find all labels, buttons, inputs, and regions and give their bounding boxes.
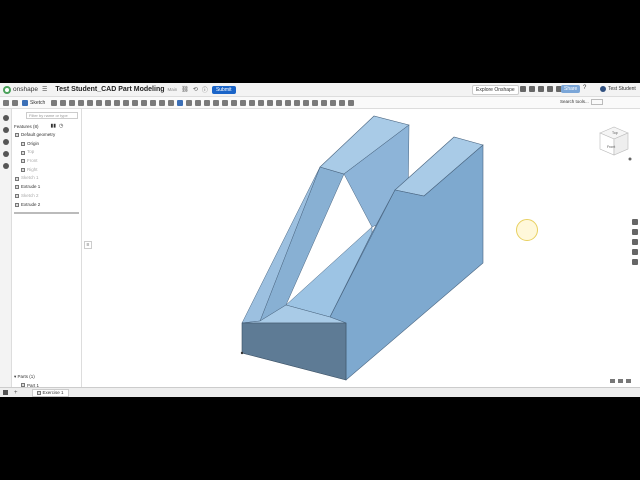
appearance-icon[interactable]	[632, 219, 638, 225]
chevron-down-icon	[15, 133, 19, 138]
feature-item-label: Sketch 2	[21, 192, 39, 198]
parts-header[interactable]: ▾ Parts (1)	[14, 374, 35, 380]
mass-properties-icon[interactable]	[632, 239, 638, 245]
feature-item-label: Extrude 1	[21, 184, 41, 190]
feature-item-label: Top	[27, 149, 35, 155]
view-cube-top-label: Top	[612, 131, 618, 135]
features-header-label: Features (8)	[14, 123, 39, 129]
clock-icon[interactable]: ◷	[59, 123, 63, 129]
bom-icon[interactable]	[632, 249, 638, 255]
feature-icon	[15, 176, 19, 181]
right-side-panel-icons	[632, 219, 640, 269]
feature-icon	[15, 194, 19, 199]
feature-item[interactable]: Sketch 1	[12, 174, 81, 183]
versions-icon[interactable]	[2, 139, 9, 145]
feature-icon	[15, 202, 19, 207]
feature-item-label: Sketch 1	[21, 175, 39, 181]
feature-list-icon[interactable]	[2, 115, 9, 121]
feature-item-label: Extrude 2	[21, 201, 41, 207]
feature-icon	[21, 150, 25, 155]
origin-point[interactable]	[240, 351, 244, 355]
model-front-face[interactable]	[241, 322, 347, 381]
comments-icon[interactable]	[2, 127, 9, 133]
feature-item[interactable]: Extrude 2	[12, 201, 81, 210]
tab-exercise-1[interactable]: Exercise 1	[31, 388, 69, 397]
feature-filter-input[interactable]: Filter by name or type	[26, 112, 78, 119]
layout-icon[interactable]	[626, 379, 631, 383]
feature-item[interactable]: Sketch 2	[12, 192, 81, 201]
feature-icon	[15, 185, 19, 190]
feature-icon	[21, 159, 25, 164]
feature-item[interactable]: Top	[12, 148, 81, 157]
feature-item-label: Right	[27, 166, 38, 172]
feature-list-panel: Filter by name or type Features (8) ▮▮ ◷…	[12, 109, 82, 388]
insert-icon[interactable]	[3, 390, 8, 395]
features-header[interactable]: Features (8) ▮▮ ◷	[14, 123, 81, 129]
parts-header-label: Parts (1)	[17, 374, 35, 379]
graphics-viewport[interactable]: Front Top	[0, 83, 640, 397]
feature-item[interactable]: Extrude 1	[12, 183, 81, 192]
feature-tree: Default geometry Origin Top Front Right Sketc…	[12, 131, 81, 209]
references-icon[interactable]	[2, 163, 9, 169]
view-cube[interactable]: Front Top	[594, 123, 634, 170]
feature-item-label: Front	[27, 158, 38, 164]
tasks-icon[interactable]	[2, 151, 9, 157]
tab-label: Exercise 1	[42, 390, 64, 395]
viewport-corner-icons	[610, 379, 631, 383]
left-rail	[0, 109, 12, 387]
properties-icon[interactable]	[632, 229, 638, 235]
feature-item[interactable]: Right	[12, 166, 81, 175]
feature-icon	[21, 168, 25, 173]
feature-item[interactable]: Default geometry	[12, 131, 81, 140]
bottom-tab-bar: + Exercise 1	[0, 387, 640, 397]
mouse-cursor-highlight	[516, 219, 538, 241]
feature-item-label: Origin	[27, 140, 40, 146]
variables-icon[interactable]	[632, 259, 638, 265]
part-model[interactable]	[0, 83, 640, 397]
feature-item[interactable]: Front	[12, 157, 81, 166]
rollback-icon[interactable]: ▮▮	[51, 123, 57, 129]
onshape-window: onshape ☰ Test Student_CAD Part Modeling…	[0, 83, 640, 397]
view-cube-menu-icon[interactable]	[628, 157, 632, 161]
panel-collapse-icon[interactable]: ≡	[84, 241, 92, 249]
add-tab-icon[interactable]: +	[14, 390, 18, 396]
feature-icon	[21, 142, 25, 147]
view-cube-front-label: Front	[607, 145, 615, 149]
part-studio-icon	[36, 390, 41, 395]
rollback-bar[interactable]	[14, 212, 79, 215]
feature-item[interactable]: Origin	[12, 140, 81, 149]
fullscreen-icon[interactable]	[618, 379, 623, 383]
screenshot-icon[interactable]	[610, 379, 615, 383]
feature-item-label: Default geometry	[21, 132, 56, 137]
